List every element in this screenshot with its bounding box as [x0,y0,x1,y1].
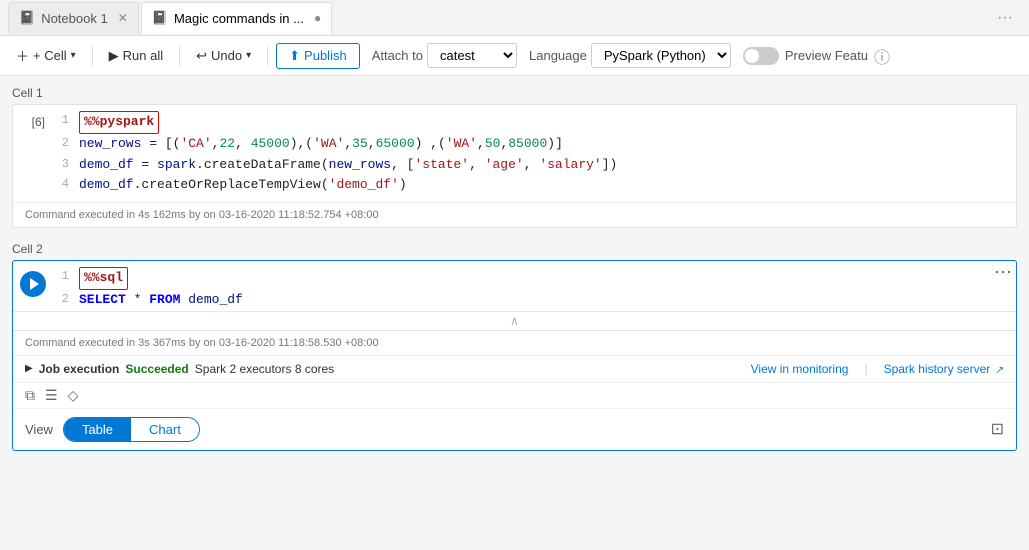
cell2-line2: 2 SELECT * FROM demo_df [53,290,990,311]
external-link-icon: ↗ [996,365,1004,376]
job-result: Succeeded [125,362,188,376]
cell1-code: 1 %%pyspark 2 new_rows = [('CA',22, 4500… [53,111,1016,196]
tab-notebook1[interactable]: 📓 Notebook 1 ✕ [8,2,139,34]
cell1-label: Cell 1 [12,86,1017,100]
run-icon: ▶ [109,48,119,64]
preview-toggle-switch[interactable] [743,47,779,65]
toolbar-divider-3 [267,46,268,66]
cell2-run-button[interactable] [20,271,46,297]
output-toolbar: ⧉ ☰ ◇ [13,383,1016,409]
expand-output-icon[interactable]: ⊡ [991,419,1004,439]
chart-view-button[interactable]: Chart [131,418,199,441]
language-select[interactable]: PySpark (Python) [591,43,731,68]
cell-chevron-icon: ▾ [71,50,76,61]
notebook-icon: 📓 [19,10,35,26]
cell2-container: Cell 2 1 %%sql [12,242,1017,451]
cell2-collapse-bar[interactable]: ∧ [13,311,1016,330]
add-cell-button[interactable]: ＋ + Cell ▾ [8,42,84,69]
notebook2-icon: 📓 [152,10,168,26]
play-icon-small: ▶ [25,363,33,374]
language-label: Language [529,48,587,63]
cell1: [6] 1 %%pyspark 2 new_rows = [('CA',22, … [12,104,1017,228]
view-label: View [25,422,53,437]
cell1-footer-text: Command executed in 4s 162ms by [25,209,200,221]
status-divider: | [864,362,867,376]
cell2-line1: 1 %%sql [53,267,990,290]
tab-notebook1-close[interactable]: ✕ [118,11,128,25]
cell2-footer: Command executed in 3s 367ms by on 03-16… [13,331,1016,356]
publish-icon: ⬆ [289,48,300,64]
cell1-exec-num: [6] [13,111,53,196]
cell2-run-area [13,267,53,311]
cell2-code: 1 %%sql 2 SELECT * FROM demo_df [53,267,990,311]
view-btn-group: Table Chart [63,417,200,442]
run-all-label: Run all [123,48,163,63]
cell2-footer-text: Command executed in 3s 367ms by [25,337,200,349]
cell2-output: Command executed in 3s 367ms by on 03-16… [13,330,1016,450]
erase-icon[interactable]: ◇ [68,387,79,404]
plus-icon: ＋ [16,46,29,65]
status-links: View in monitoring | Spark history serve… [751,362,1004,376]
tab-magic-commands-close[interactable]: ● [314,11,321,25]
cell1-body: [6] 1 %%pyspark 2 new_rows = [('CA',22, … [13,105,1016,202]
cell1-line3: 3 demo_df = spark.createDataFrame(new_ro… [53,155,1016,176]
run-all-button[interactable]: ▶ Run all [101,44,171,68]
attach-to-label: Attach to [372,48,423,63]
toolbar-divider-2 [179,46,180,66]
attach-select[interactable]: catest [427,43,517,68]
cell2-footer-suffix: on 03-16-2020 11:18:58.530 +08:00 [204,337,379,349]
cell1-line2: 2 new_rows = [('CA',22, 45000),('WA',35,… [53,134,1016,155]
cell2-body: 1 %%sql 2 SELECT * FROM demo_df [13,261,990,311]
tab-notebook1-label: Notebook 1 [41,11,108,26]
publish-label: Publish [304,48,347,63]
cell2-header: 1 %%sql 2 SELECT * FROM demo_df [13,261,1016,311]
output-view-row: View Table Chart ⊡ [13,409,1016,450]
cell1-line1: 1 %%pyspark [53,111,1016,134]
magic-command-sql: %%sql [79,267,128,290]
tab-bar: 📓 Notebook 1 ✕ 📓 Magic commands in ... ●… [0,0,1029,36]
magic-command-pyspark: %%pyspark [79,111,159,134]
tab-more-icon[interactable]: ··· [989,9,1021,27]
main-content: Cell 1 [6] 1 %%pyspark 2 [0,76,1029,550]
toolbar-divider-1 [92,46,93,66]
undo-chevron-icon: ▾ [246,50,251,61]
undo-icon: ↩ [196,48,207,64]
preview-info-icon: ⓘ [874,44,890,68]
cell-button-label: + Cell [33,48,67,63]
filter-icon[interactable]: ☰ [45,387,58,404]
toolbar: ＋ + Cell ▾ ▶ Run all ↩ Undo ▾ ⬆ Publish … [0,36,1029,76]
run-triangle-icon [30,278,39,290]
preview-label: Preview Featu [785,48,868,63]
publish-button[interactable]: ⬆ Publish [276,43,360,69]
table-view-button[interactable]: Table [64,418,131,441]
undo-button[interactable]: ↩ Undo ▾ [188,44,259,68]
job-execution-label: Job execution [39,362,120,376]
spark-history-link[interactable]: Spark history server ↗ [884,362,1004,376]
cell2-more-button[interactable]: ··· [990,261,1016,282]
preview-toggle-area: Preview Featu ⓘ [743,44,890,68]
view-monitoring-link[interactable]: View in monitoring [751,362,849,376]
cell2-label: Cell 2 [12,242,1017,256]
cell1-footer: Command executed in 4s 162ms by on 03-16… [13,202,1016,227]
copy-icon[interactable]: ⧉ [25,387,35,404]
cell1-line4: 4 demo_df.createOrReplaceTempView('demo_… [53,175,1016,196]
job-detail: Spark 2 executors 8 cores [195,362,334,376]
cell1-footer-suffix: on 03-16-2020 11:18:52.754 +08:00 [204,209,379,221]
tab-magic-commands-label: Magic commands in ... [174,11,304,26]
cell2: 1 %%sql 2 SELECT * FROM demo_df [12,260,1017,451]
undo-label: Undo [211,48,242,63]
output-status-bar: ▶ Job execution Succeeded Spark 2 execut… [13,356,1016,383]
cell1-container: Cell 1 [6] 1 %%pyspark 2 [12,86,1017,228]
tab-magic-commands[interactable]: 📓 Magic commands in ... ● [141,2,332,34]
spark-history-label: Spark history server [884,362,991,376]
